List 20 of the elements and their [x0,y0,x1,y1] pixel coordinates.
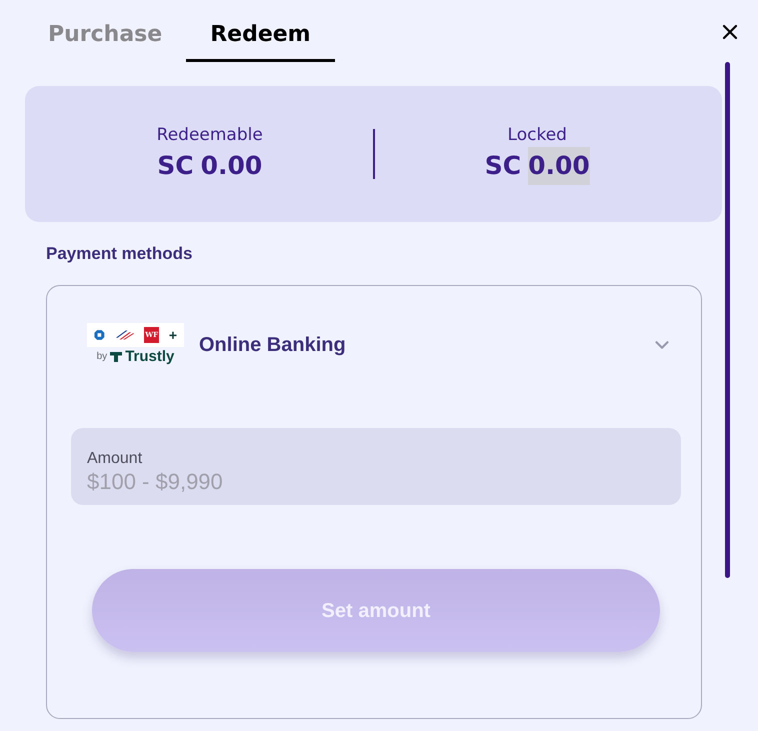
brand-name: Trustly [125,348,174,366]
octagon-icon [94,328,105,340]
section-heading: Payment methods [46,243,192,265]
amount-input[interactable]: $100 - $9,990 [87,468,647,494]
scrollbar-thumb[interactable] [725,62,730,578]
plus-sign: + [168,328,177,342]
by-label: by [96,350,108,362]
balance-amount: 0.00 [200,150,262,182]
method-name: Online Banking [199,332,346,358]
balance-label: Locked [508,124,567,147]
amount-field[interactable]: Amount $100 - $9,990 [71,428,681,505]
flag-stripes-icon [114,328,134,340]
balance-amount: 0.00 [528,147,590,185]
tab[interactable]: Redeem [186,0,335,62]
balance-label: Redeemable [156,124,263,147]
t-mark-icon [110,352,122,362]
currency-code: SC [157,150,194,182]
amount-label: Amount [87,448,142,468]
currency-code: SC [484,150,522,182]
tab[interactable]: Purchase [24,0,186,62]
